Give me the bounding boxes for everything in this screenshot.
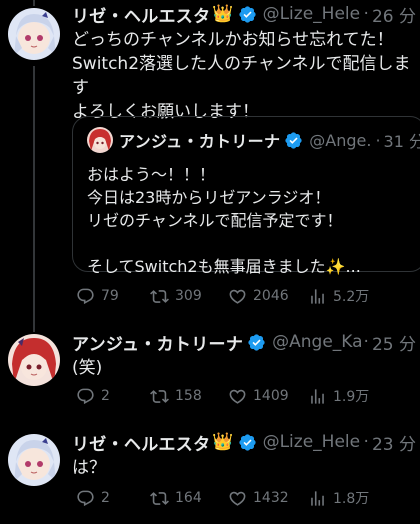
repost-icon [150,389,169,403]
like-button[interactable]: 1432 [228,489,289,508]
views-chart-icon [311,288,324,304]
repost-count: 309 [175,288,202,304]
repost-button[interactable]: 164 [150,489,202,508]
tweet-header: リゼ・ヘルエスタ 👑 @Lize_Hele... · 23 分 [72,430,416,455]
view-count: 1.8万 [333,491,370,507]
view-count: 1.9万 [333,389,370,405]
handle[interactable]: @Ange_Ka... [272,332,360,352]
tweet-actions: 2 164 1432 1.8万 [72,486,420,510]
avatar-lize[interactable] [8,434,60,486]
tweet-header: リゼ・ヘルエスタ 👑 @Lize_Hele... · 26 分 [72,2,416,27]
tweet-text: (笑) [72,358,103,378]
views-chart-icon [311,490,324,506]
tweet-header: アンジュ・カトリーナ @Ange_Ka... · 25 分 [72,330,416,355]
tweet-lize-reply[interactable]: リゼ・ヘルエスタ 👑 @Lize_Hele... · 23 分 は？ 2 164… [0,422,420,524]
heart-icon [229,289,246,304]
handle[interactable]: @Lize_Hele... [263,432,361,452]
repost-button[interactable]: 158 [150,387,202,406]
view-count: 5.2万 [333,289,370,305]
repost-count: 158 [175,388,202,404]
like-count: 1432 [253,490,289,506]
quoted-tweet-text: おはよう～！！！ 今日は23時からリゼアンラジオ！ リゼのチャンネルで配信予定で… [87,165,361,276]
avatar-ange-small [87,127,113,153]
tweet-text: どっちのチャンネルかお知らせ忘れてた！ Switch2落選した人のチャンネルで配… [72,30,411,122]
reply-icon [77,490,94,506]
quoted-handle: @Ange... [309,130,372,150]
views-button[interactable]: 1.9万 [308,386,369,406]
avatar-ange[interactable] [8,334,60,386]
reply-button[interactable]: 79 [76,287,119,306]
like-count: 1409 [253,388,289,404]
repost-count: 164 [175,490,202,506]
quoted-display-name: アンジュ・カトリーナ [119,132,281,151]
verified-badge-icon [248,333,265,351]
like-button[interactable]: 2046 [228,287,289,306]
separator-dot: · [363,332,369,352]
views-button[interactable]: 5.2万 [308,286,369,306]
timestamp[interactable]: 25 分 [372,330,416,355]
tweet-actions: 2 158 1409 1.9万 [72,384,420,408]
crown-emoji: 👑 [212,4,234,24]
handle[interactable]: @Lize_Hele... [263,4,361,24]
heart-icon [229,491,246,506]
separator-dot: · [375,130,381,150]
repost-button[interactable]: 309 [150,287,202,306]
verified-badge-icon [285,131,302,149]
quoted-tweet-card[interactable]: アンジュ・カトリーナ @Ange... · 31 分 おはよう～！！！ 今日は2… [72,116,420,276]
avatar-lize[interactable] [8,8,60,60]
display-name[interactable]: リゼ・ヘルエスタ [72,2,210,27]
like-button[interactable]: 1409 [228,387,289,406]
repost-icon [150,491,169,505]
verified-badge-icon [238,433,256,451]
separator-dot: · [363,432,369,452]
separator-dot: · [363,4,369,24]
like-count: 2046 [253,288,289,304]
display-name[interactable]: アンジュ・カトリーナ [72,330,243,355]
crown-emoji: 👑 [212,432,234,452]
reply-count: 2 [101,388,110,404]
reply-icon [77,288,94,304]
tweet-lize-1[interactable]: リゼ・ヘルエスタ 👑 @Lize_Hele... · 26 分 どっちのチャンネ… [0,0,420,322]
repost-icon [150,289,169,303]
reply-button[interactable]: 2 [76,489,110,508]
quoted-timestamp: 31 分 [383,132,420,151]
views-button[interactable]: 1.8万 [308,488,369,508]
timestamp[interactable]: 23 分 [372,430,416,455]
reply-icon [77,388,94,404]
reply-count: 79 [101,288,119,304]
display-name[interactable]: リゼ・ヘルエスタ [72,430,210,455]
reply-button[interactable]: 2 [76,387,110,406]
tweet-actions: 79 309 2046 5.2万 [72,284,420,308]
verified-badge-icon [238,5,256,23]
tweet-ange-reply[interactable]: アンジュ・カトリーナ @Ange_Ka... · 25 分 (笑) 2 158 … [0,322,420,422]
quoted-tweet-header: アンジュ・カトリーナ @Ange... · 31 分 [119,127,420,153]
reply-count: 2 [101,490,110,506]
views-chart-icon [311,388,324,404]
timestamp[interactable]: 26 分 [372,2,416,27]
heart-icon [229,389,246,404]
tweet-text: は？ [72,458,106,478]
